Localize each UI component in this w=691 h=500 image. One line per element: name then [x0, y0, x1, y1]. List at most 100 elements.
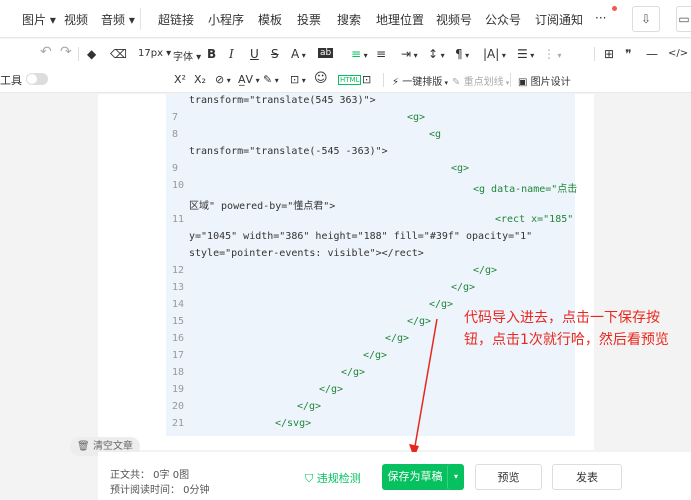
export-icon[interactable]: ⇩ — [632, 6, 660, 32]
subscript-button[interactable]: X₂ — [194, 73, 206, 86]
underline-button[interactable]: U — [250, 47, 259, 61]
sidebar-icon[interactable]: ▭ — [676, 6, 691, 32]
save-options-chevron-icon[interactable]: ▾ — [447, 464, 464, 490]
font-size-value: 17px — [138, 48, 163, 59]
menu-image[interactable]: 图片 ▾ — [22, 11, 56, 28]
paragraph-spacing-button[interactable]: ¶ ▾ — [455, 47, 469, 61]
bold-button[interactable]: B — [207, 47, 216, 61]
violation-check-label: 违规检测 — [316, 472, 361, 485]
toolbar-divider — [510, 73, 511, 87]
paragraph-icon: ¶ — [455, 47, 463, 61]
highlight-button[interactable]: ✎ 重点划线 ▾ — [452, 73, 509, 88]
line-number: 10 — [172, 180, 185, 191]
menu-official-account[interactable]: 公众号 — [485, 11, 521, 28]
code-line: transform="translate(545 363)"> — [189, 95, 376, 106]
line-number: 7 — [172, 112, 179, 123]
clear-format-icon[interactable]: ⌫ — [110, 47, 127, 61]
indent-left-icon[interactable]: ≡ — [376, 47, 386, 61]
annotation-line-1: 代码导入进去，点击一下保存按 — [464, 310, 660, 326]
format-brush-icon[interactable]: ◆ — [87, 47, 96, 61]
emoji-icon[interactable]: ☺ — [314, 71, 328, 86]
code-icon[interactable]: </> — [668, 48, 688, 59]
text-color-icon: A — [291, 47, 300, 61]
menu-mini-program[interactable]: 小程序 — [208, 11, 244, 28]
menu-audio[interactable]: 音频 ▾ — [101, 11, 135, 28]
menu-image-label: 图片 — [22, 13, 47, 27]
code-line: </g> — [341, 367, 366, 378]
font-size-select[interactable]: 17px ▾ — [138, 48, 171, 59]
menu-video[interactable]: 视频 — [64, 11, 88, 28]
code-block[interactable]: transform="translate(545 363)"> 7 <g> 8 <g tr… — [166, 94, 577, 436]
code-line: style="pointer-events: visible"></rect> — [189, 248, 424, 259]
line-height-icon: ↕ — [428, 47, 439, 61]
divider-icon[interactable]: — — [646, 47, 658, 61]
annotation-line-2: 钮，点击1次就行哈，然后看预览 — [464, 332, 669, 348]
char-spacing-icon[interactable]: A̲V ▾ — [238, 73, 260, 86]
html-icon[interactable]: HTML — [338, 75, 362, 85]
shield-check-icon: ⛉ — [305, 472, 314, 485]
line-number: 15 — [172, 316, 185, 327]
one-click-layout-button[interactable]: ⚡ 一键排版 ▾ — [392, 73, 448, 88]
superscript-button[interactable]: X² — [174, 73, 186, 86]
annotation-text: 代码导入进去，点击一下保存按 钮，点击1次就行哈，然后看预览 — [464, 307, 690, 351]
menu-template[interactable]: 模板 — [258, 11, 282, 28]
code-line: <rect x="185" — [495, 214, 574, 225]
ordered-list-button[interactable]: ⋮ ▾ — [543, 47, 562, 61]
word-count: 正文共： 0字 0图 — [110, 470, 190, 481]
font-family-select[interactable]: 字体 ▾ — [173, 48, 201, 63]
bullet-list-button[interactable]: ☰ ▾ — [517, 47, 534, 61]
strikethrough-button[interactable]: S — [271, 47, 279, 61]
line-height-button[interactable]: ↕ ▾ — [428, 47, 445, 61]
quote-icon[interactable]: ❞ — [625, 47, 631, 61]
code-line: </g> — [385, 333, 410, 344]
save-draft-label: 保存为草稿 — [387, 470, 443, 483]
italic-button[interactable]: I — [229, 47, 234, 61]
one-click-label: 一键排版 — [402, 77, 443, 88]
indent-button[interactable]: ⇥ ▾ — [401, 47, 418, 61]
line-number: 16 — [172, 333, 185, 344]
undo-icon[interactable]: ↶ — [40, 44, 52, 60]
highlight-icon: ✎ — [452, 77, 461, 88]
code-line: <g — [429, 129, 442, 140]
line-number: 11 — [172, 214, 185, 225]
highlight-label: 重点划线 — [463, 77, 504, 88]
more-icon[interactable]: ··· — [595, 11, 606, 25]
line-number: 14 — [172, 299, 185, 310]
menu-hyperlink[interactable]: 超链接 — [158, 11, 194, 28]
preview-button[interactable]: 预览 — [475, 464, 542, 490]
line-number: 8 — [172, 129, 179, 140]
image-design-label: 图片设计 — [530, 77, 571, 88]
tools-label: 工具 — [0, 74, 22, 87]
image-design-button[interactable]: ▣ 图片设计 — [518, 73, 571, 88]
publish-button[interactable]: 发表 — [552, 464, 622, 490]
tools-toggle[interactable] — [26, 73, 48, 85]
bg-color-button[interactable]: ab — [318, 48, 334, 58]
menu-channels[interactable]: 视频号 — [436, 11, 472, 28]
code-line: 区域" powered-by="懂点君"> — [189, 201, 336, 212]
align-button[interactable]: ≡ ▾ — [351, 47, 368, 61]
extra-toolbar: 工具 X² X₂ ⊘ ▾ A̲V ▾ ✎ ▾ ⊡ ▾ ☺ HTML ⊡ ⚡ 一键… — [0, 69, 691, 93]
notification-dot — [612, 6, 617, 11]
clear-style-icon[interactable]: ⊘ ▾ — [215, 73, 231, 86]
menu-vote[interactable]: 投票 — [297, 11, 321, 28]
table-icon[interactable]: ⊞ — [604, 47, 614, 61]
letter-spacing-button[interactable]: |A| ▾ — [483, 47, 506, 61]
violation-check-button[interactable]: ⛉ 违规检测 — [305, 470, 361, 486]
line-number: 20 — [172, 401, 185, 412]
redo-icon[interactable]: ↷ — [60, 44, 72, 60]
menu-location[interactable]: 地理位置 — [376, 11, 424, 28]
image-crop-icon[interactable]: ⊡ ▾ — [290, 73, 306, 86]
code-line: <g> — [451, 163, 470, 174]
indent-icon: ⇥ — [401, 47, 412, 61]
magic-wand-icon[interactable]: ✎ ▾ — [263, 73, 279, 86]
code-line: </svg> — [275, 418, 312, 429]
line-number: 13 — [172, 282, 185, 293]
line-number: 17 — [172, 350, 185, 361]
code-line: </g> — [451, 282, 476, 293]
menu-search[interactable]: 搜索 — [337, 11, 361, 28]
text-color-button[interactable]: A ▾ — [291, 47, 306, 61]
line-number: 12 — [172, 265, 185, 276]
menu-subscribe-notice[interactable]: 订阅通知 — [535, 11, 583, 28]
card-icon[interactable]: ⊡ — [362, 73, 371, 86]
line-number: 18 — [172, 367, 185, 378]
